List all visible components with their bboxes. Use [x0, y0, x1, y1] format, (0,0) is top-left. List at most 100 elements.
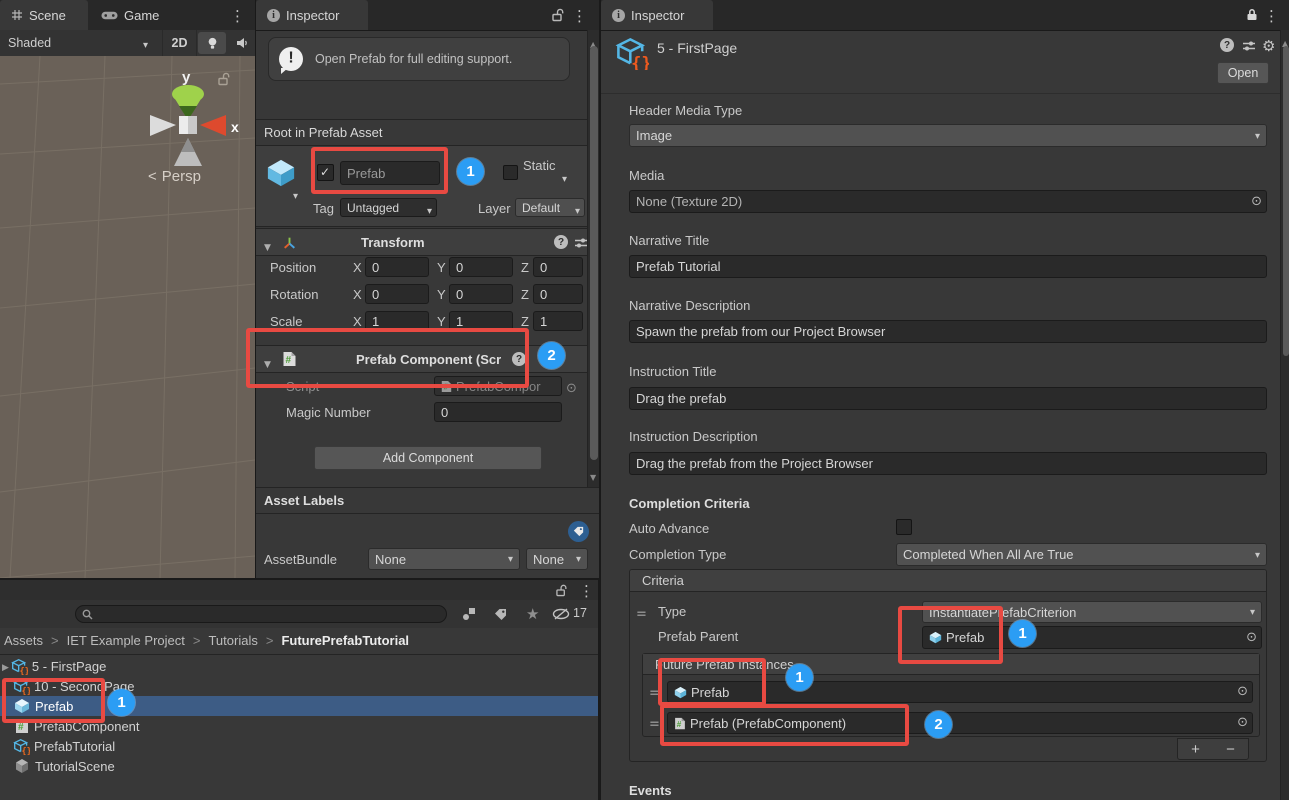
list-item-prefab-selected[interactable]: Prefab — [0, 696, 598, 716]
completion-type-dropdown[interactable]: Completed When All Are True — [896, 543, 1267, 566]
rotation-y-field[interactable]: 0 — [449, 284, 513, 304]
right-scrollbar[interactable] — [1280, 30, 1289, 800]
add-component-button[interactable]: Add Component — [314, 446, 542, 470]
tab-scene[interactable]: Scene — [0, 0, 88, 30]
list-item-second-page[interactable]: {} 10 - SecondPage — [0, 676, 598, 696]
prefab-parent-object-field[interactable]: Prefab — [922, 626, 1262, 649]
mid-inspector-menu-icon[interactable] — [572, 8, 587, 24]
list-item-prefab-component[interactable]: # PrefabComponent — [0, 716, 598, 736]
transform-help-icon[interactable] — [554, 235, 568, 249]
breadcrumb-separator: > — [266, 633, 274, 648]
criterion-type-label: Type — [658, 604, 686, 619]
scale-z-field[interactable]: 1 — [533, 311, 583, 331]
prefab-parent-value: Prefab — [946, 630, 984, 645]
tab-inspector-mid[interactable]: Inspector — [256, 0, 368, 30]
instruction-title-input[interactable]: Drag the prefab — [629, 387, 1267, 410]
scene-lighting-toggle[interactable] — [198, 32, 226, 54]
static-checkbox[interactable] — [503, 165, 518, 180]
component-help-icon[interactable] — [512, 352, 526, 366]
breadcrumb-iet-example-project[interactable]: IET Example Project — [67, 633, 185, 648]
criteria-header-label: Criteria — [642, 573, 684, 588]
transform-scale-row: Scale X 1 Y 1 Z 1 — [256, 310, 599, 336]
open-asset-button[interactable]: Open — [1217, 62, 1269, 84]
rotation-x-field[interactable]: 0 — [365, 284, 429, 304]
media-object-field[interactable]: None (Texture 2D) — [629, 190, 1267, 213]
search-by-type-icon[interactable] — [462, 607, 476, 621]
layer-dropdown[interactable]: Default — [515, 198, 585, 217]
asset-help-icon[interactable] — [1220, 38, 1234, 52]
right-scrollbar-thumb[interactable] — [1283, 46, 1289, 356]
scene-viewport[interactable]: y x < Persp — [0, 56, 255, 578]
header-media-type-dropdown[interactable]: Image — [629, 124, 1267, 147]
static-dropdown-arrow[interactable] — [562, 169, 567, 185]
annotation-badge-2: 2 — [925, 711, 952, 738]
gameobject-name-field[interactable]: Prefab — [340, 161, 440, 185]
instance-object-field-1[interactable]: Prefab — [667, 681, 1253, 703]
active-checkbox[interactable] — [317, 164, 334, 181]
asset-presets-icon[interactable] — [1242, 40, 1256, 52]
add-instance-button[interactable]: + — [1191, 741, 1200, 758]
prefab-cube-icon[interactable] — [266, 158, 296, 188]
prefab-icon-dropdown-arrow[interactable] — [293, 186, 298, 202]
position-y-field[interactable]: 0 — [449, 257, 513, 277]
csharp-script-icon: # — [282, 351, 297, 367]
mid-scrollbar-thumb[interactable] — [590, 46, 598, 460]
scale-y-field[interactable]: 1 — [449, 311, 513, 331]
tab-inspector-right[interactable]: Inspector — [601, 0, 713, 30]
instance-drag-handle[interactable] — [649, 715, 660, 731]
magic-number-field[interactable]: 0 — [434, 402, 562, 422]
transform-component-header[interactable]: Transform — [256, 228, 599, 256]
auto-advance-checkbox[interactable] — [896, 519, 912, 535]
narrative-title-input[interactable]: Prefab Tutorial — [629, 255, 1267, 278]
transform-foldout-icon[interactable] — [264, 237, 271, 253]
asset-gear-icon[interactable] — [1262, 38, 1275, 54]
breadcrumb-futureprefabtutorial[interactable]: FuturePrefabTutorial — [281, 633, 409, 648]
shading-mode-dropdown[interactable]: Shaded — [0, 30, 158, 56]
narrative-description-input[interactable]: Spawn the prefab from our Project Browse… — [629, 320, 1267, 343]
hidden-count-eye-icon[interactable] — [552, 608, 570, 620]
assetbundle-dropdown[interactable]: None — [368, 548, 520, 570]
perspective-label[interactable]: < Persp — [148, 168, 201, 185]
mid-unlock-icon[interactable] — [552, 8, 565, 22]
assetbundle-variant-dropdown[interactable]: None — [526, 548, 588, 570]
criterion-type-dropdown[interactable]: InstantiatePrefabCriterion — [922, 601, 1262, 623]
rotation-z-field[interactable]: 0 — [533, 284, 583, 304]
asset-label-tag-button[interactable] — [568, 521, 589, 542]
instance-object-field-2[interactable]: # Prefab (PrefabComponent) — [667, 712, 1253, 734]
right-inspector-menu-icon[interactable] — [1264, 8, 1279, 24]
tag-dropdown[interactable]: Untagged — [340, 198, 437, 217]
tab-game[interactable]: Game — [90, 0, 174, 30]
scene-audio-toggle[interactable] — [229, 32, 254, 54]
position-z-field[interactable]: 0 — [533, 257, 583, 277]
instruction-description-input[interactable]: Drag the prefab from the Project Browser — [629, 452, 1267, 475]
list-item-prefab-tutorial[interactable]: {} PrefabTutorial — [0, 736, 598, 756]
csharp-script-icon: # — [674, 717, 686, 730]
scroll-down-icon[interactable] — [590, 467, 596, 483]
project-unlock-icon[interactable] — [556, 584, 568, 597]
component-foldout-icon[interactable] — [264, 354, 271, 370]
script-object-value[interactable]: PrefabCompor — [456, 379, 541, 394]
search-by-label-icon[interactable] — [494, 608, 507, 621]
criterion-drag-handle[interactable] — [636, 605, 647, 621]
script-picker-icon[interactable] — [566, 379, 577, 395]
instance-drag-handle[interactable] — [649, 684, 660, 700]
breadcrumb-tutorials[interactable]: Tutorials — [208, 633, 257, 648]
favorites-star-icon[interactable] — [526, 606, 539, 622]
list-item-tutorial-scene[interactable]: TutorialScene — [0, 756, 598, 776]
foldout-right-icon[interactable] — [2, 660, 9, 673]
right-lock-icon[interactable] — [1246, 8, 1258, 21]
mid-scrollbar[interactable] — [587, 30, 599, 487]
breadcrumb-assets[interactable]: Assets — [4, 633, 43, 648]
position-x-field[interactable]: 0 — [365, 257, 429, 277]
project-menu-icon[interactable] — [579, 583, 594, 599]
scene-panel-menu-icon[interactable] — [230, 8, 245, 24]
svg-text:{}: {} — [631, 54, 649, 70]
list-item-first-page[interactable]: {} 5 - FirstPage — [0, 656, 598, 676]
2d-toggle-button[interactable]: 2D — [162, 30, 197, 56]
scale-x-field[interactable]: 1 — [365, 311, 429, 331]
transform-presets-icon[interactable] — [574, 237, 588, 249]
remove-instance-button[interactable]: − — [1226, 741, 1235, 758]
project-search-input[interactable] — [75, 605, 447, 623]
scene-unlock-icon[interactable] — [218, 72, 231, 86]
orientation-gizmo[interactable]: y x — [132, 56, 252, 174]
